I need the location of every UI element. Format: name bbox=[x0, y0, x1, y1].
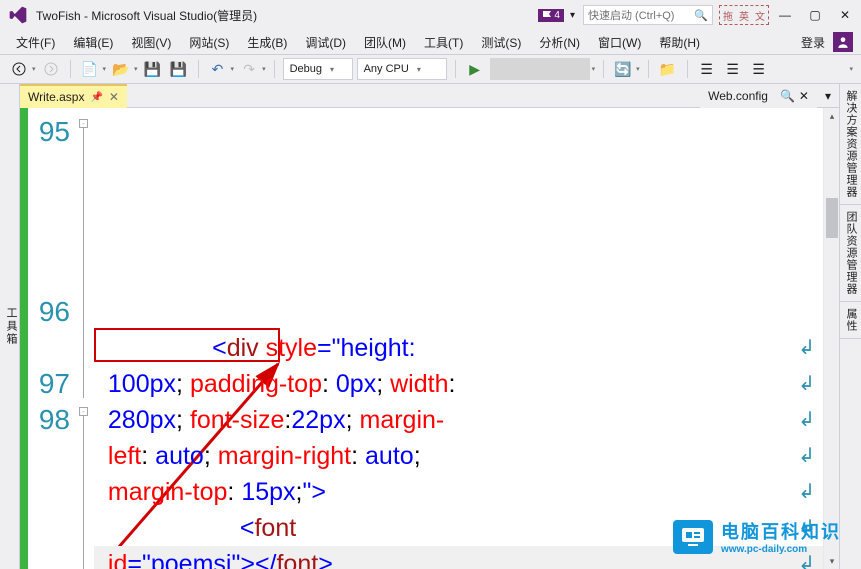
tab-overflow-button[interactable]: ▾ bbox=[817, 84, 839, 108]
toolbar: ▾ 📄 ▾ 📂 ▾ 💾 💾 ↶ ▾ ↷ ▾ Debug ▾ Any CPU ▾ … bbox=[0, 54, 861, 84]
platform-dropdown[interactable]: Any CPU ▾ bbox=[357, 58, 447, 80]
browser-link-button[interactable]: 🔄 bbox=[612, 58, 634, 80]
dropdown-arrow-icon[interactable]: ▾ bbox=[103, 65, 107, 73]
word-wrap-glyph-icon: ↲ bbox=[798, 402, 815, 438]
menu-help[interactable]: 帮助(H) bbox=[651, 32, 708, 53]
start-target-label[interactable] bbox=[490, 58, 590, 80]
dropdown-arrow-icon[interactable]: ▾ bbox=[32, 65, 36, 73]
login-link[interactable]: 登录 bbox=[801, 34, 825, 51]
menu-view[interactable]: 视图(V) bbox=[123, 32, 179, 53]
window-title: TwoFish - Microsoft Visual Studio(管理员) bbox=[36, 7, 257, 24]
collapse-toggle[interactable]: - bbox=[79, 407, 88, 416]
scroll-up-button[interactable]: ▴ bbox=[824, 108, 839, 124]
menu-build[interactable]: 生成(B) bbox=[239, 32, 295, 53]
dropdown-arrow-icon[interactable]: ▾ bbox=[134, 65, 138, 73]
tab-web-config[interactable]: Web.config 🔍 ✕ bbox=[700, 84, 817, 108]
avatar-icon[interactable] bbox=[833, 32, 853, 52]
menu-bar: 文件(F) 编辑(E) 视图(V) 网站(S) 生成(B) 调试(D) 团队(M… bbox=[0, 30, 861, 54]
solution-explorer-tab[interactable]: 解决方案资源管理器 bbox=[840, 84, 861, 205]
new-project-button[interactable]: 📄 bbox=[79, 58, 101, 80]
scrollbar-thumb[interactable] bbox=[826, 198, 838, 238]
notification-flag[interactable]: 4 bbox=[538, 9, 564, 22]
undo-button[interactable]: ↶ bbox=[207, 58, 229, 80]
watermark: 电脑百科知识 www.pc-daily.com bbox=[673, 518, 841, 555]
platform-label: Any CPU bbox=[364, 63, 409, 75]
start-debug-button[interactable]: ▶ bbox=[464, 58, 486, 80]
uncomment-button[interactable]: ☰ bbox=[722, 58, 744, 80]
vs-logo-icon bbox=[8, 5, 28, 25]
quick-launch-placeholder: 快速启动 (Ctrl+Q) bbox=[588, 7, 674, 23]
watermark-title: 电脑百科知识 bbox=[721, 518, 841, 544]
code-editor[interactable]: 95969798 - - <div style="height:↲ 100px;… bbox=[20, 108, 839, 569]
toolbox-tab[interactable]: 工具箱 bbox=[0, 84, 20, 569]
redo-button[interactable]: ↷ bbox=[238, 58, 260, 80]
config-label: Debug bbox=[290, 63, 322, 75]
menu-website[interactable]: 网站(S) bbox=[181, 32, 237, 53]
tab-label: Write.aspx bbox=[28, 90, 84, 104]
close-icon[interactable]: ✕ bbox=[799, 89, 809, 103]
menu-edit[interactable]: 编辑(E) bbox=[65, 32, 121, 53]
dropdown-arrow-icon[interactable]: ▾ bbox=[636, 65, 640, 73]
window-controls: — ▢ ✕ bbox=[777, 7, 853, 23]
tab-write-aspx[interactable]: Write.aspx 📌 ✕ bbox=[20, 84, 127, 108]
format-button[interactable]: ☰ bbox=[748, 58, 770, 80]
watermark-url: www.pc-daily.com bbox=[721, 544, 841, 555]
maximize-button[interactable]: ▢ bbox=[807, 7, 823, 23]
notification-count: 4 bbox=[554, 10, 560, 21]
menu-window[interactable]: 窗口(W) bbox=[590, 32, 649, 53]
comment-button[interactable]: ☰ bbox=[696, 58, 718, 80]
quick-launch-input[interactable]: 快速启动 (Ctrl+Q) 🔍 bbox=[583, 5, 713, 25]
menu-team[interactable]: 团队(M) bbox=[356, 32, 414, 53]
close-icon[interactable]: ✕ bbox=[109, 90, 119, 104]
menu-test[interactable]: 测试(S) bbox=[473, 32, 529, 53]
config-dropdown[interactable]: Debug ▾ bbox=[283, 58, 353, 80]
word-wrap-glyph-icon: ↲ bbox=[798, 474, 815, 510]
watermark-logo-icon bbox=[673, 520, 713, 554]
vertical-scrollbar[interactable]: ▴ ▾ bbox=[823, 108, 839, 569]
flag-icon bbox=[542, 10, 552, 20]
line-number-margin: 95969798 bbox=[28, 108, 78, 569]
right-tool-tabs: 解决方案资源管理器 团队资源管理器 属性 bbox=[839, 84, 861, 569]
properties-tab[interactable]: 属性 bbox=[840, 302, 861, 339]
nav-back-button[interactable] bbox=[8, 58, 30, 80]
pin-icon[interactable]: 📌 bbox=[90, 92, 102, 103]
chevron-down-icon: ▾ bbox=[417, 65, 421, 74]
new-folder-button[interactable]: 📁 bbox=[657, 58, 679, 80]
toolbar-overflow-icon[interactable]: ▾ bbox=[849, 65, 853, 73]
ime-indicator[interactable]: 拖 英 文 bbox=[719, 5, 769, 25]
change-margin bbox=[20, 108, 28, 569]
code-text-area[interactable]: <div style="height:↲ 100px; padding-top:… bbox=[90, 108, 823, 569]
team-explorer-tab[interactable]: 团队资源管理器 bbox=[840, 205, 861, 302]
feedback-dropdown-icon[interactable]: ▾ bbox=[570, 10, 575, 21]
menu-analyze[interactable]: 分析(N) bbox=[531, 32, 588, 53]
close-button[interactable]: ✕ bbox=[837, 7, 853, 23]
open-file-button[interactable]: 📂 bbox=[110, 58, 132, 80]
title-bar: TwoFish - Microsoft Visual Studio(管理员) 4… bbox=[0, 0, 861, 30]
scroll-down-button[interactable]: ▾ bbox=[824, 553, 839, 569]
word-wrap-glyph-icon: ↲ bbox=[798, 330, 815, 366]
nav-forward-button[interactable] bbox=[40, 58, 62, 80]
minimize-button[interactable]: — bbox=[777, 7, 793, 23]
collapse-toggle[interactable]: - bbox=[79, 119, 88, 128]
save-button[interactable]: 💾 bbox=[142, 58, 164, 80]
menu-debug[interactable]: 调试(D) bbox=[297, 32, 354, 53]
document-host: 工具箱 Write.aspx 📌 ✕ Web.config 🔍 ✕ ▾ 9596… bbox=[0, 84, 861, 569]
dropdown-arrow-icon[interactable]: ▾ bbox=[262, 65, 266, 73]
search-icon: 🔍 bbox=[694, 9, 708, 22]
chevron-down-icon: ▾ bbox=[330, 65, 334, 74]
word-wrap-glyph-icon: ↲ bbox=[798, 438, 815, 474]
document-tabs: Write.aspx 📌 ✕ Web.config 🔍 ✕ ▾ bbox=[20, 84, 839, 108]
outlining-margin[interactable]: - - bbox=[78, 108, 90, 569]
tab-label: Web.config bbox=[708, 89, 768, 103]
dropdown-arrow-icon[interactable]: ▾ bbox=[231, 65, 235, 73]
save-all-button[interactable]: 💾 bbox=[168, 58, 190, 80]
menu-tools[interactable]: 工具(T) bbox=[416, 32, 471, 53]
menu-file[interactable]: 文件(F) bbox=[8, 32, 63, 53]
preview-icon[interactable]: 🔍 bbox=[780, 89, 795, 103]
dropdown-arrow-icon[interactable]: ▾ bbox=[592, 65, 596, 73]
word-wrap-glyph-icon: ↲ bbox=[798, 366, 815, 402]
